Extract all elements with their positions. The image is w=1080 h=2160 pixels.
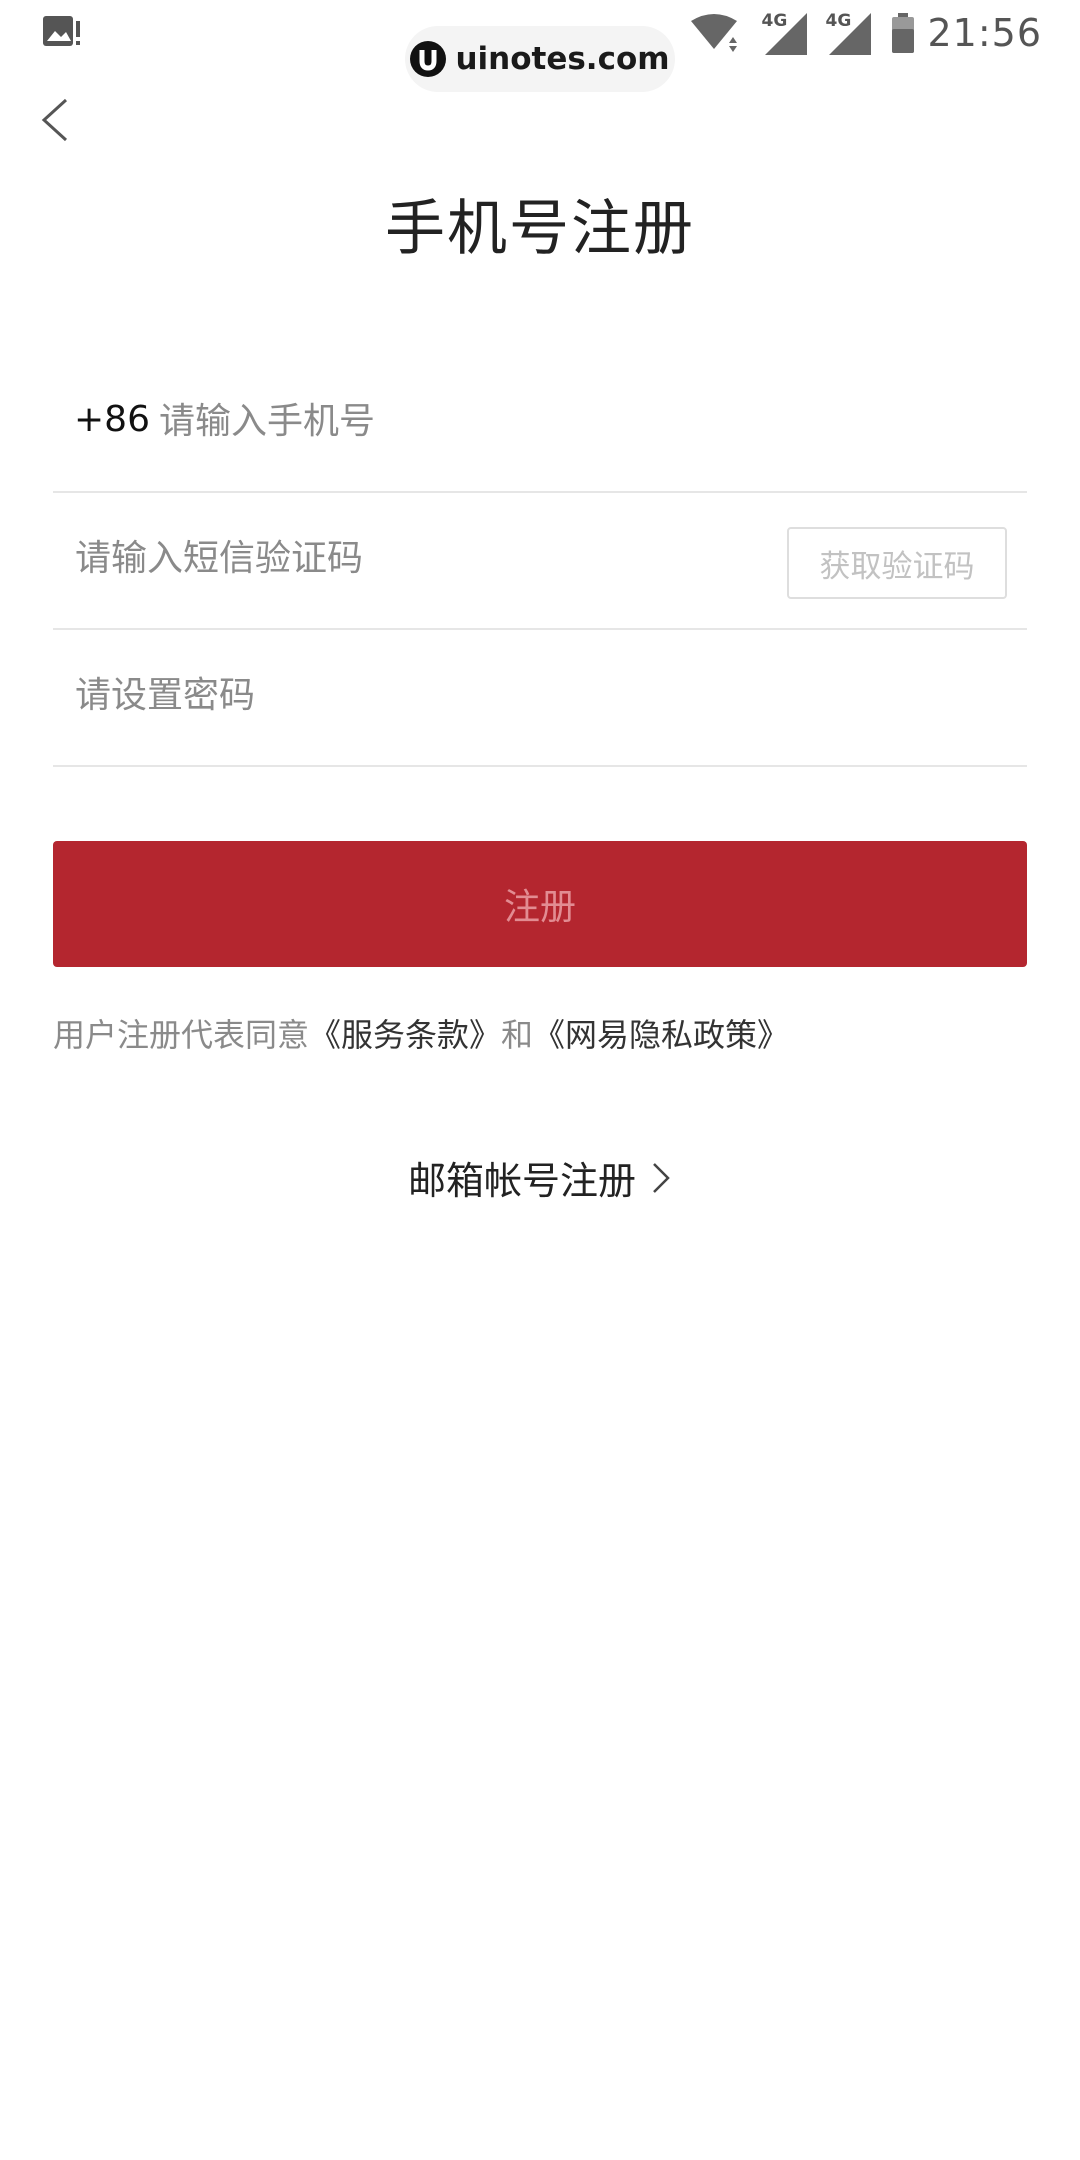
watermark-logo-icon bbox=[410, 41, 447, 77]
sms-code-input[interactable] bbox=[75, 523, 775, 593]
gallery-notification-icon bbox=[43, 16, 80, 46]
privacy-policy-link[interactable]: 《网易隐私政策》 bbox=[533, 1016, 789, 1054]
service-terms-link[interactable]: 《服务条款》 bbox=[309, 1016, 501, 1054]
password-input[interactable] bbox=[75, 660, 975, 730]
phone-field-row: +86 bbox=[53, 354, 1027, 493]
country-code[interactable]: +86 bbox=[74, 399, 150, 440]
terms-prefix: 用户注册代表同意 bbox=[53, 1016, 310, 1054]
signal-icon: 4G bbox=[825, 9, 873, 57]
register-button[interactable]: 注册 bbox=[53, 841, 1027, 967]
network-type-label: 4G bbox=[761, 11, 788, 31]
status-icons: 4G 4G 21:56 bbox=[689, 0, 1042, 66]
status-time: 21:56 bbox=[927, 11, 1042, 55]
terms-conjunction: 和 bbox=[501, 1016, 534, 1054]
chevron-left-icon bbox=[41, 98, 68, 142]
register-screen: 4G 4G 21:56 uinotes.com 手机号注册 +86 请输入手机号… bbox=[0, 0, 1080, 2160]
wifi-icon bbox=[691, 14, 738, 52]
email-register-label: 邮箱帐号注册 bbox=[407, 1159, 636, 1203]
phone-input[interactable] bbox=[159, 386, 999, 456]
battery-icon bbox=[892, 13, 915, 53]
watermark-badge: uinotes.com bbox=[405, 26, 675, 92]
password-field-row bbox=[53, 628, 1027, 767]
page-title: 手机号注册 bbox=[385, 194, 695, 264]
back-button[interactable] bbox=[36, 90, 76, 150]
terms-agreement: 用户注册代表同意《服务条款》和《网易隐私政策》 bbox=[53, 1010, 789, 1056]
email-register-link[interactable]: 邮箱帐号注册 bbox=[0, 1150, 1080, 1205]
sms-code-field-row: 获取验证码 bbox=[53, 491, 1027, 630]
get-code-button[interactable]: 获取验证码 bbox=[787, 527, 1007, 599]
watermark-text: uinotes.com bbox=[455, 41, 670, 77]
network-type-label: 4G bbox=[825, 11, 852, 31]
chevron-right-icon bbox=[653, 1162, 670, 1193]
signal-icon: 4G bbox=[761, 9, 809, 57]
